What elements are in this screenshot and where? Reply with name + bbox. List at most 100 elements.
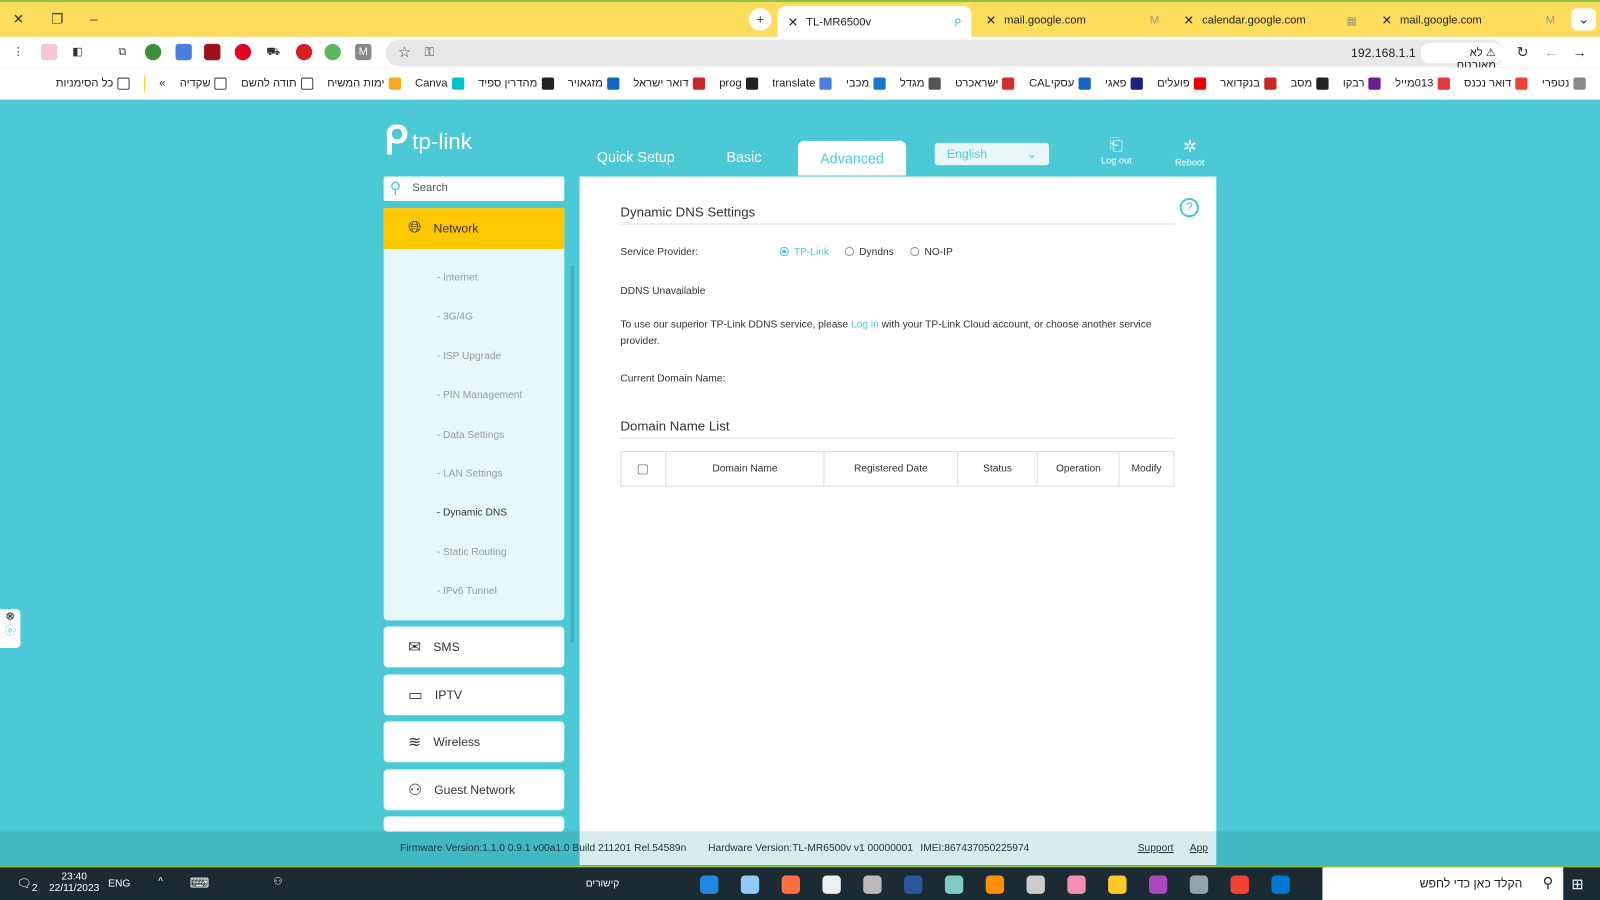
bookmark-item[interactable]: prog bbox=[719, 77, 758, 90]
bookmark-item[interactable]: מהדרין ספיד bbox=[478, 77, 554, 90]
radio-tplink[interactable]: TP-Link bbox=[779, 246, 829, 258]
restore-window-button[interactable]: ❐ bbox=[45, 8, 69, 30]
taskbar-search-input[interactable]: ⚲ הקלד כאן כדי לחפש bbox=[1322, 867, 1564, 900]
sidebar-subitem[interactable]: - IPv6 Tunnel bbox=[437, 586, 497, 597]
pinterest-icon[interactable] bbox=[234, 43, 252, 61]
more-bookmarks-button[interactable]: » bbox=[159, 77, 165, 89]
app-link[interactable]: App bbox=[1190, 843, 1208, 854]
bookmark-item[interactable]: translate bbox=[772, 77, 832, 90]
taskbar-app-icon[interactable] bbox=[1148, 875, 1168, 894]
taskbar-app-icon[interactable] bbox=[1230, 875, 1249, 894]
bookmark-item[interactable]: מסב bbox=[1291, 77, 1329, 90]
url-text[interactable]: 192.168.1.1 bbox=[1351, 46, 1416, 60]
taskbar-app-icon[interactable] bbox=[944, 875, 964, 894]
tab-tl-mr6500v[interactable]: ✕ TL-MR6500v ᑭ bbox=[777, 6, 972, 39]
address-bar[interactable]: ☆ ⚿ 192.168.1.1 ⚠ לא מאובטח bbox=[385, 39, 1505, 71]
sidebar-subitem[interactable]: - LAN Settings bbox=[437, 468, 503, 479]
key-icon[interactable]: ⚿ bbox=[424, 45, 433, 60]
taskbar-app-icon[interactable] bbox=[781, 875, 800, 894]
notifications-button[interactable]: 🗨︎2 bbox=[16, 877, 37, 895]
bookmark-item[interactable]: פועלים bbox=[1157, 77, 1207, 90]
sidebar-subitem[interactable]: - ISP Upgrade bbox=[437, 351, 501, 362]
taskbar-app-icon[interactable] bbox=[822, 875, 841, 894]
bookmark-item[interactable]: מגדל bbox=[900, 77, 941, 90]
sidebar-subitem[interactable]: - Dynamic DNS bbox=[437, 508, 507, 519]
bookmark-item[interactable]: בנקדואר bbox=[1220, 77, 1277, 90]
menu-search-input[interactable]: ⚲ Search bbox=[383, 176, 565, 202]
sidebar-subitem[interactable]: - 3G/4G bbox=[437, 312, 473, 323]
back-icon[interactable]: ← bbox=[1543, 44, 1559, 60]
sidebar-item-iptv[interactable]: ▭ IPTV bbox=[383, 673, 565, 715]
tab-basic[interactable]: Basic bbox=[727, 149, 762, 165]
close-tab-icon[interactable]: ✕ bbox=[1382, 13, 1392, 27]
tab-calendar[interactable]: ✕ calendar.google.com ▦ bbox=[1173, 6, 1367, 35]
sidebar-item-guest-network[interactable]: ⚇ Guest Network bbox=[383, 768, 565, 810]
reboot-button[interactable]: ✲ Reboot bbox=[1169, 137, 1210, 168]
bookmark-item[interactable]: Canva bbox=[415, 77, 464, 90]
taskbar-app-icon[interactable] bbox=[1026, 875, 1045, 894]
sidebar-subitem[interactable]: - Static Routing bbox=[437, 547, 507, 558]
sidebar-item-network[interactable]: 🌐︎ Network bbox=[383, 208, 565, 249]
links-toolbar[interactable]: קישורים bbox=[586, 879, 620, 890]
bookmark-item[interactable]: רבקו bbox=[1343, 77, 1381, 90]
login-link[interactable]: Log in bbox=[851, 319, 879, 330]
new-tab-button[interactable]: + bbox=[748, 8, 772, 31]
bookmark-item[interactable]: ישראכרט bbox=[955, 77, 1015, 90]
m-extension-icon[interactable]: M bbox=[355, 43, 372, 61]
people-icon[interactable]: ⚇ bbox=[273, 877, 282, 888]
language-select[interactable]: English ⌄ bbox=[934, 142, 1049, 166]
sidebar-subitem[interactable]: - Data Settings bbox=[437, 429, 505, 440]
tab-mail-2[interactable]: ✕ mail.google.com M bbox=[1371, 6, 1565, 35]
taskbar-app-icon[interactable] bbox=[699, 875, 719, 894]
extension-icon[interactable] bbox=[324, 43, 341, 61]
bookmark-item[interactable]: עסקיCAL bbox=[1029, 77, 1091, 90]
extensions-puzzle-icon[interactable]: ⧉ bbox=[114, 44, 130, 60]
sidebar-scrollbar[interactable] bbox=[570, 265, 575, 643]
truck-icon[interactable]: ⛟ bbox=[265, 44, 281, 60]
translate-extension-icon[interactable] bbox=[175, 43, 192, 61]
close-tab-icon[interactable]: ✕ bbox=[1184, 13, 1194, 27]
help-icon[interactable]: ? bbox=[1179, 197, 1199, 218]
close-tab-icon[interactable]: ✕ bbox=[986, 13, 996, 27]
menu-icon[interactable]: ⋮ bbox=[10, 44, 26, 60]
bookmark-item[interactable]: דואר ישראל bbox=[633, 77, 705, 90]
sidebar-item-sms[interactable]: ✉ SMS bbox=[383, 626, 565, 668]
side-widget[interactable]: ⊗ ⓔ bbox=[0, 609, 21, 648]
bookmark-item[interactable]: מכבי bbox=[846, 77, 886, 90]
bookmark-item[interactable]: מזגאויר bbox=[568, 77, 620, 90]
radio-button[interactable] bbox=[910, 246, 920, 257]
bookmark-item[interactable]: דואר נכנס bbox=[1464, 77, 1528, 90]
security-chip[interactable]: ⚠ לא מאובטח bbox=[1420, 42, 1505, 71]
extension-icon[interactable] bbox=[40, 43, 58, 61]
tab-search-button[interactable]: ⌄ bbox=[1571, 8, 1596, 31]
radio-dyndns[interactable]: Dyndns bbox=[844, 246, 894, 258]
taskbar-app-icon[interactable] bbox=[1189, 875, 1209, 894]
all-bookmarks-button[interactable]: כל הסימניות bbox=[56, 77, 130, 90]
windows-start-icon[interactable]: ⊞ bbox=[1571, 876, 1583, 893]
bookmark-item[interactable]: ימות המשיח bbox=[327, 77, 401, 90]
bookmark-item[interactable]: פאגי bbox=[1105, 77, 1143, 90]
sidebar-item-partial[interactable] bbox=[383, 816, 565, 832]
taskbar-app-icon[interactable] bbox=[985, 875, 1005, 894]
radio-button[interactable] bbox=[779, 246, 789, 257]
bookmark-item[interactable]: תודה להשם bbox=[241, 77, 313, 90]
radio-noip[interactable]: NO-IP bbox=[910, 246, 953, 258]
taskbar-app-icon[interactable] bbox=[1271, 875, 1290, 894]
language-indicator[interactable]: ENG bbox=[108, 879, 130, 890]
taskbar-app-icon[interactable] bbox=[904, 875, 923, 894]
logout-button[interactable]: ⎗ Log out bbox=[1096, 137, 1137, 166]
edge-icon[interactable]: ⓔ bbox=[0, 622, 20, 638]
tab-quick-setup[interactable]: Quick Setup bbox=[597, 149, 675, 165]
bookmark-item[interactable]: נטפרי bbox=[1542, 77, 1586, 90]
taskbar-app-icon[interactable] bbox=[1067, 875, 1086, 894]
tray-chevron-icon[interactable]: ^ bbox=[158, 877, 163, 888]
sidepanel-icon[interactable]: ◧ bbox=[69, 44, 85, 60]
minimize-window-button[interactable]: – bbox=[82, 8, 106, 30]
bookmark-item[interactable]: שקדיה bbox=[180, 77, 227, 90]
taskbar-app-icon[interactable] bbox=[863, 875, 882, 894]
support-link[interactable]: Support bbox=[1138, 843, 1174, 854]
sidebar-subitem[interactable]: - PIN Management bbox=[437, 390, 523, 401]
radio-button[interactable] bbox=[844, 246, 855, 257]
ublock-icon[interactable] bbox=[204, 43, 221, 61]
close-tab-icon[interactable]: ✕ bbox=[788, 15, 798, 29]
